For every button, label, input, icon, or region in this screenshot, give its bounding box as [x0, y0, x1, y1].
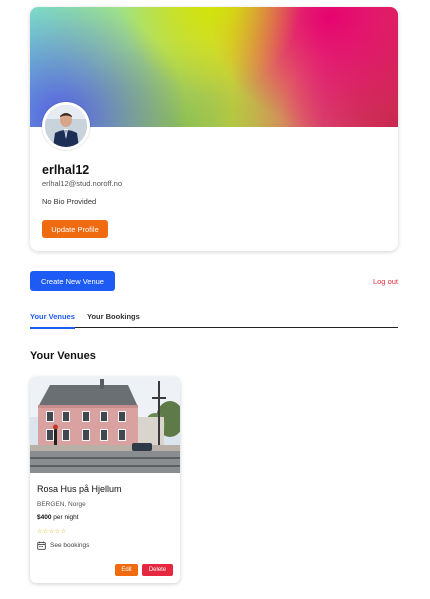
venue-name[interactable]: Rosa Hus på Hjellum [37, 484, 122, 494]
venue-price-suffix: per night [51, 514, 79, 521]
section-title: Your Venues [30, 350, 96, 362]
profile-tabs: Your Venues Your Bookings [30, 312, 398, 329]
profile-email: erlhal12@stud.noroff.no [42, 179, 123, 188]
profile-bio: No Bio Provided [42, 197, 97, 206]
venue-location: BERGEN, Norge [37, 501, 86, 508]
person-silhouette [45, 105, 87, 147]
calendar-icon [37, 541, 46, 550]
delete-venue-button[interactable]: Delete [142, 564, 173, 576]
venue-rating-stars: ☆☆☆☆☆ [37, 529, 67, 535]
pink-house-photo [30, 377, 180, 473]
profile-name: erlhal12 [42, 163, 90, 177]
venue-card: Rosa Hus på Hjellum BERGEN, Norge $400 p… [30, 377, 180, 583]
venue-price: $400 per night [37, 514, 79, 521]
venue-price-amount: $400 [37, 514, 52, 521]
venue-image [30, 377, 180, 473]
profile-card: erlhal12 erlhal12@stud.noroff.no No Bio … [30, 7, 398, 251]
logout-link[interactable]: Log out [373, 277, 398, 286]
tab-your-bookings[interactable]: Your Bookings [87, 312, 140, 327]
avatar [42, 102, 90, 150]
tab-your-venues[interactable]: Your Venues [30, 312, 75, 329]
avatar-photo [45, 105, 87, 147]
see-bookings-link[interactable]: See bookings [37, 541, 89, 550]
update-profile-button[interactable]: Update Profile [42, 220, 108, 238]
edit-venue-button[interactable]: Edit [115, 564, 138, 576]
see-bookings-label: See bookings [50, 542, 90, 549]
create-venue-button[interactable]: Create New Venue [30, 271, 115, 291]
profile-banner [30, 7, 398, 127]
